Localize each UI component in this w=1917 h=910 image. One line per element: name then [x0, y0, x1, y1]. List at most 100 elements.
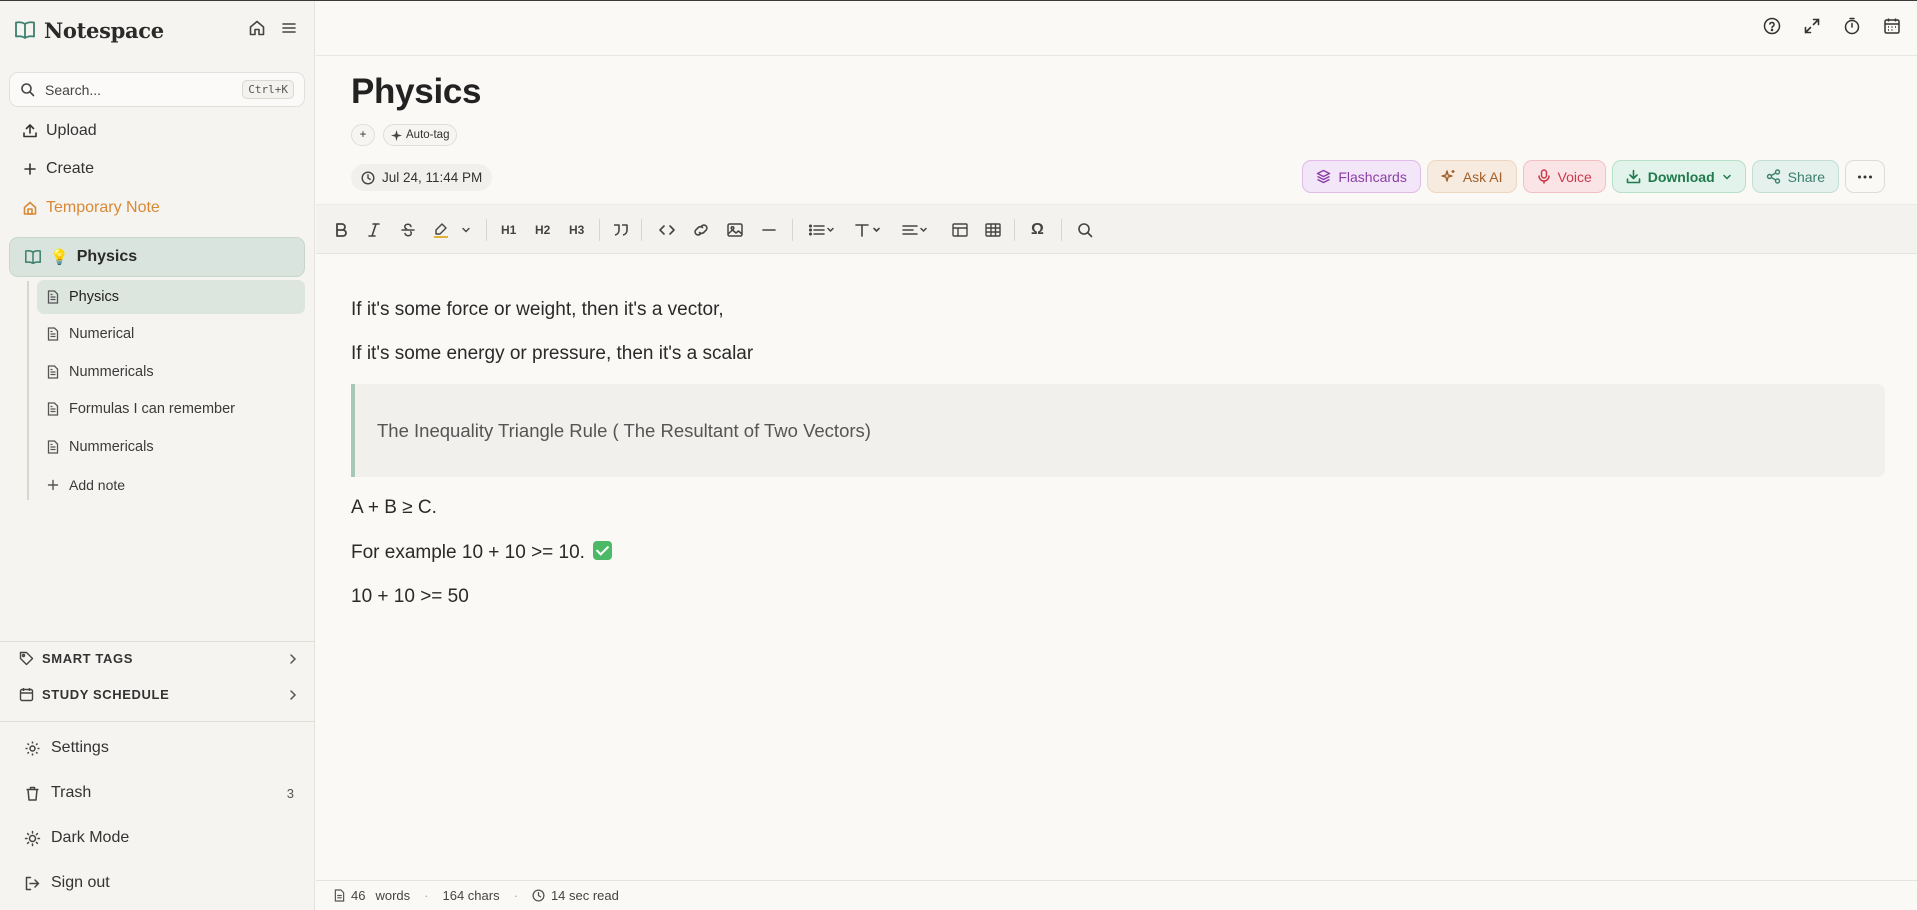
clock-icon	[532, 889, 545, 902]
check-mark-icon	[592, 541, 612, 560]
notebook-label: Physics	[76, 248, 138, 265]
document-icon	[47, 327, 59, 341]
search-input[interactable]: Search... Ctrl+K	[9, 72, 305, 107]
quote-icon[interactable]	[612, 219, 630, 241]
gear-icon	[24, 740, 41, 757]
help-icon[interactable]	[1763, 17, 1781, 35]
editor-area: Physics + Auto-tag Jul 24, 11:44 PM Flas…	[316, 1, 1917, 910]
word-count-label: words	[375, 888, 411, 903]
highlight-icon[interactable]	[432, 219, 450, 241]
dark-mode-toggle[interactable]: Dark Mode	[24, 829, 294, 847]
align-icon[interactable]	[901, 219, 931, 241]
ask-ai-label: Ask AI	[1462, 168, 1503, 185]
divider-icon[interactable]	[761, 219, 777, 241]
smart-tags-label: SMART TAGS	[42, 651, 133, 666]
smart-tags-section[interactable]: SMART TAGS	[19, 651, 299, 666]
download-label: Download	[1647, 168, 1715, 185]
grid-table-icon[interactable]	[984, 219, 1002, 241]
study-schedule-section[interactable]: STUDY SCHEDULE	[19, 687, 299, 702]
paragraph[interactable]: A + B ≥ C.	[351, 497, 437, 519]
sign-out-button[interactable]: Sign out	[24, 874, 294, 892]
add-tag-button[interactable]: +	[351, 124, 375, 146]
trash-button[interactable]: Trash 3	[24, 784, 294, 802]
special-characters-button[interactable]: Ω	[1031, 219, 1044, 241]
settings-button[interactable]: Settings	[24, 739, 294, 757]
note-item-nummericals-2[interactable]: Nummericals	[37, 430, 305, 464]
calendar-icon[interactable]	[1883, 17, 1901, 35]
temporary-note-button[interactable]: Temporary Note	[22, 199, 160, 217]
italic-icon[interactable]	[367, 219, 381, 241]
document-icon	[47, 440, 59, 454]
auto-tag-button[interactable]: Auto-tag	[383, 124, 458, 146]
upload-icon	[22, 123, 38, 139]
settings-label: Settings	[51, 739, 109, 756]
link-icon[interactable]	[692, 219, 710, 241]
text-style-icon[interactable]	[853, 219, 883, 241]
share-icon	[1766, 169, 1781, 184]
trash-icon	[24, 785, 41, 802]
paragraph[interactable]: If it's some force or weight, then it's …	[351, 299, 724, 321]
download-icon	[1626, 169, 1641, 184]
top-bar	[316, 1, 1917, 56]
page-title[interactable]: Physics	[351, 72, 482, 112]
download-button[interactable]: Download	[1611, 160, 1746, 193]
bold-icon[interactable]	[334, 219, 348, 241]
char-count: 164 chars	[442, 888, 500, 903]
chevron-down-icon	[1722, 172, 1732, 182]
document-icon	[334, 889, 345, 902]
share-button[interactable]: Share	[1751, 160, 1839, 193]
note-item-nummericals[interactable]: Nummericals	[37, 355, 305, 389]
blockquote[interactable]: The Inequality Triangle Rule ( The Resul…	[351, 384, 1885, 477]
timer-icon[interactable]	[1843, 17, 1861, 35]
sign-out-icon	[24, 875, 41, 892]
notebook-physics[interactable]: 💡 Physics	[9, 237, 305, 277]
note-item-physics[interactable]: Physics	[37, 280, 305, 314]
book-icon	[14, 20, 36, 40]
image-icon[interactable]	[726, 219, 744, 241]
note-label: Nummericals	[69, 439, 154, 455]
flashcards-label: Flashcards	[1338, 168, 1407, 185]
document-icon	[47, 290, 59, 304]
flashcards-button[interactable]: Flashcards	[1302, 160, 1421, 193]
home-icon[interactable]	[248, 19, 266, 37]
auto-tag-label: Auto-tag	[406, 129, 450, 141]
fullscreen-icon[interactable]	[1803, 17, 1821, 35]
paragraph-text: For example 10 + 10 >= 10.	[351, 542, 585, 563]
code-icon[interactable]	[658, 219, 676, 241]
status-bar: 46 words · 164 chars · 14 sec read	[316, 880, 1917, 910]
chevron-down-icon[interactable]	[461, 219, 471, 241]
table-icon[interactable]	[951, 219, 969, 241]
tag-icon	[19, 651, 34, 666]
heading-1-button[interactable]: H1	[501, 219, 516, 241]
word-count: 46	[351, 888, 366, 903]
voice-label: Voice	[1557, 168, 1592, 185]
ask-ai-button[interactable]: Ask AI	[1426, 160, 1517, 193]
strikethrough-icon[interactable]	[400, 219, 416, 241]
voice-button[interactable]: Voice	[1522, 160, 1606, 193]
heading-3-button[interactable]: H3	[569, 219, 584, 241]
list-icon[interactable]	[808, 219, 836, 241]
brand[interactable]: Notespace	[14, 15, 164, 45]
search-icon[interactable]	[1076, 219, 1094, 241]
share-label: Share	[1787, 168, 1825, 185]
note-label: Physics	[69, 289, 119, 305]
paragraph-with-check[interactable]: For example 10 + 10 >= 10.	[351, 541, 612, 564]
add-note-button[interactable]: Add note	[37, 468, 305, 502]
upload-button[interactable]: Upload	[22, 122, 97, 140]
note-item-numerical[interactable]: Numerical	[37, 317, 305, 351]
heading-2-button[interactable]: H2	[535, 219, 550, 241]
note-label: Formulas I can remember	[69, 401, 235, 417]
menu-icon[interactable]	[280, 19, 298, 37]
paragraph[interactable]: 10 + 10 >= 50	[351, 586, 469, 608]
search-shortcut: Ctrl+K	[242, 80, 294, 99]
dark-mode-label: Dark Mode	[51, 829, 130, 846]
more-button[interactable]	[1845, 160, 1885, 193]
app-name: Notespace	[44, 17, 164, 43]
paragraph[interactable]: If it's some energy or pressure, then it…	[351, 343, 753, 365]
notebook-emoji: 💡	[50, 249, 69, 266]
note-item-formulas[interactable]: Formulas I can remember	[37, 392, 305, 426]
lock-icon	[22, 200, 38, 216]
read-time: 14 sec read	[550, 888, 619, 903]
create-button[interactable]: Create	[22, 160, 94, 178]
trash-label: Trash	[51, 784, 92, 801]
